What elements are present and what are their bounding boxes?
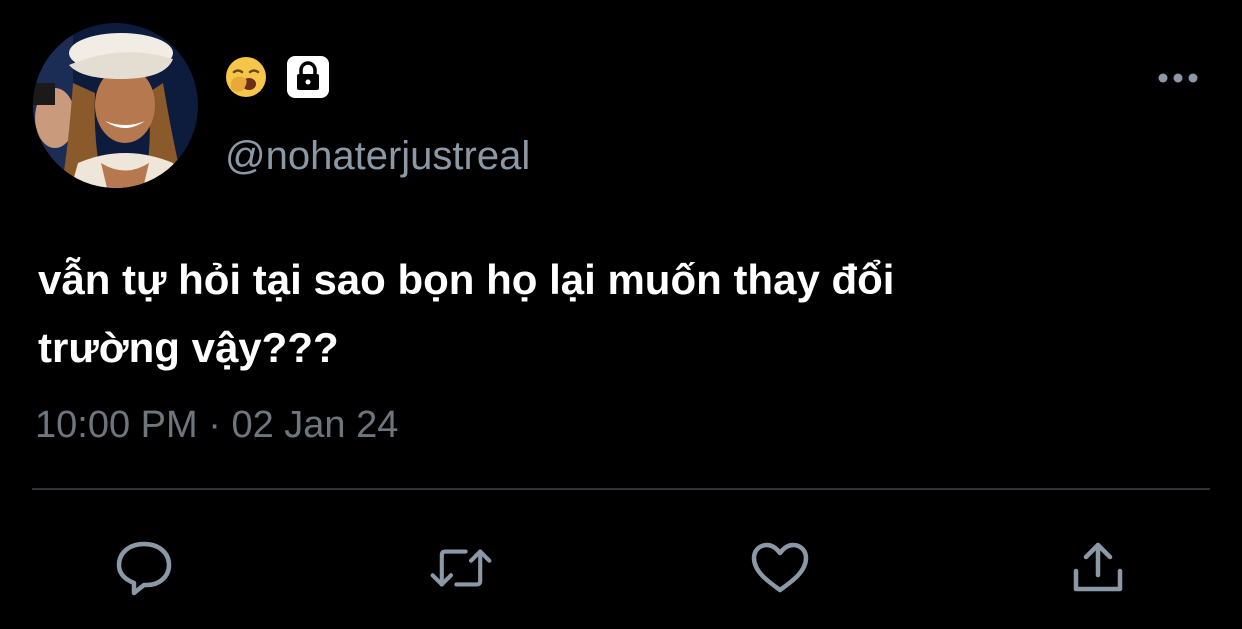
more-options-button[interactable] — [1150, 62, 1206, 94]
yawning-face-emoji-icon — [225, 56, 267, 98]
tweet-date: 02 Jan 24 — [231, 404, 399, 446]
share-button[interactable] — [1066, 536, 1130, 600]
meta-separator: · — [208, 404, 221, 446]
tweet-text-line-1: vẫn tự hỏi tại sao bọn họ lại muốn thay … — [38, 256, 895, 303]
user-handle[interactable]: @nohaterjustreal — [225, 133, 530, 179]
retweet-icon — [430, 549, 492, 587]
share-icon — [1073, 542, 1123, 592]
tweet-text-line-2: trường vậy??? — [38, 324, 339, 371]
tweet-timestamp[interactable]: 10:00 PM · 02 Jan 24 — [35, 401, 398, 449]
lock-icon — [287, 56, 329, 98]
divider — [32, 488, 1210, 490]
tweet-time: 10:00 PM — [35, 404, 198, 446]
retweet-button[interactable] — [429, 536, 493, 600]
like-button[interactable] — [748, 536, 812, 600]
display-name-row[interactable] — [225, 54, 329, 100]
avatar[interactable] — [33, 23, 198, 188]
heart-icon — [751, 542, 809, 593]
tweet-text: vẫn tự hỏi tại sao bọn họ lại muốn thay … — [38, 246, 1208, 382]
more-dots-icon — [1158, 73, 1198, 83]
reply-button[interactable] — [112, 536, 176, 600]
reply-icon — [116, 541, 172, 596]
